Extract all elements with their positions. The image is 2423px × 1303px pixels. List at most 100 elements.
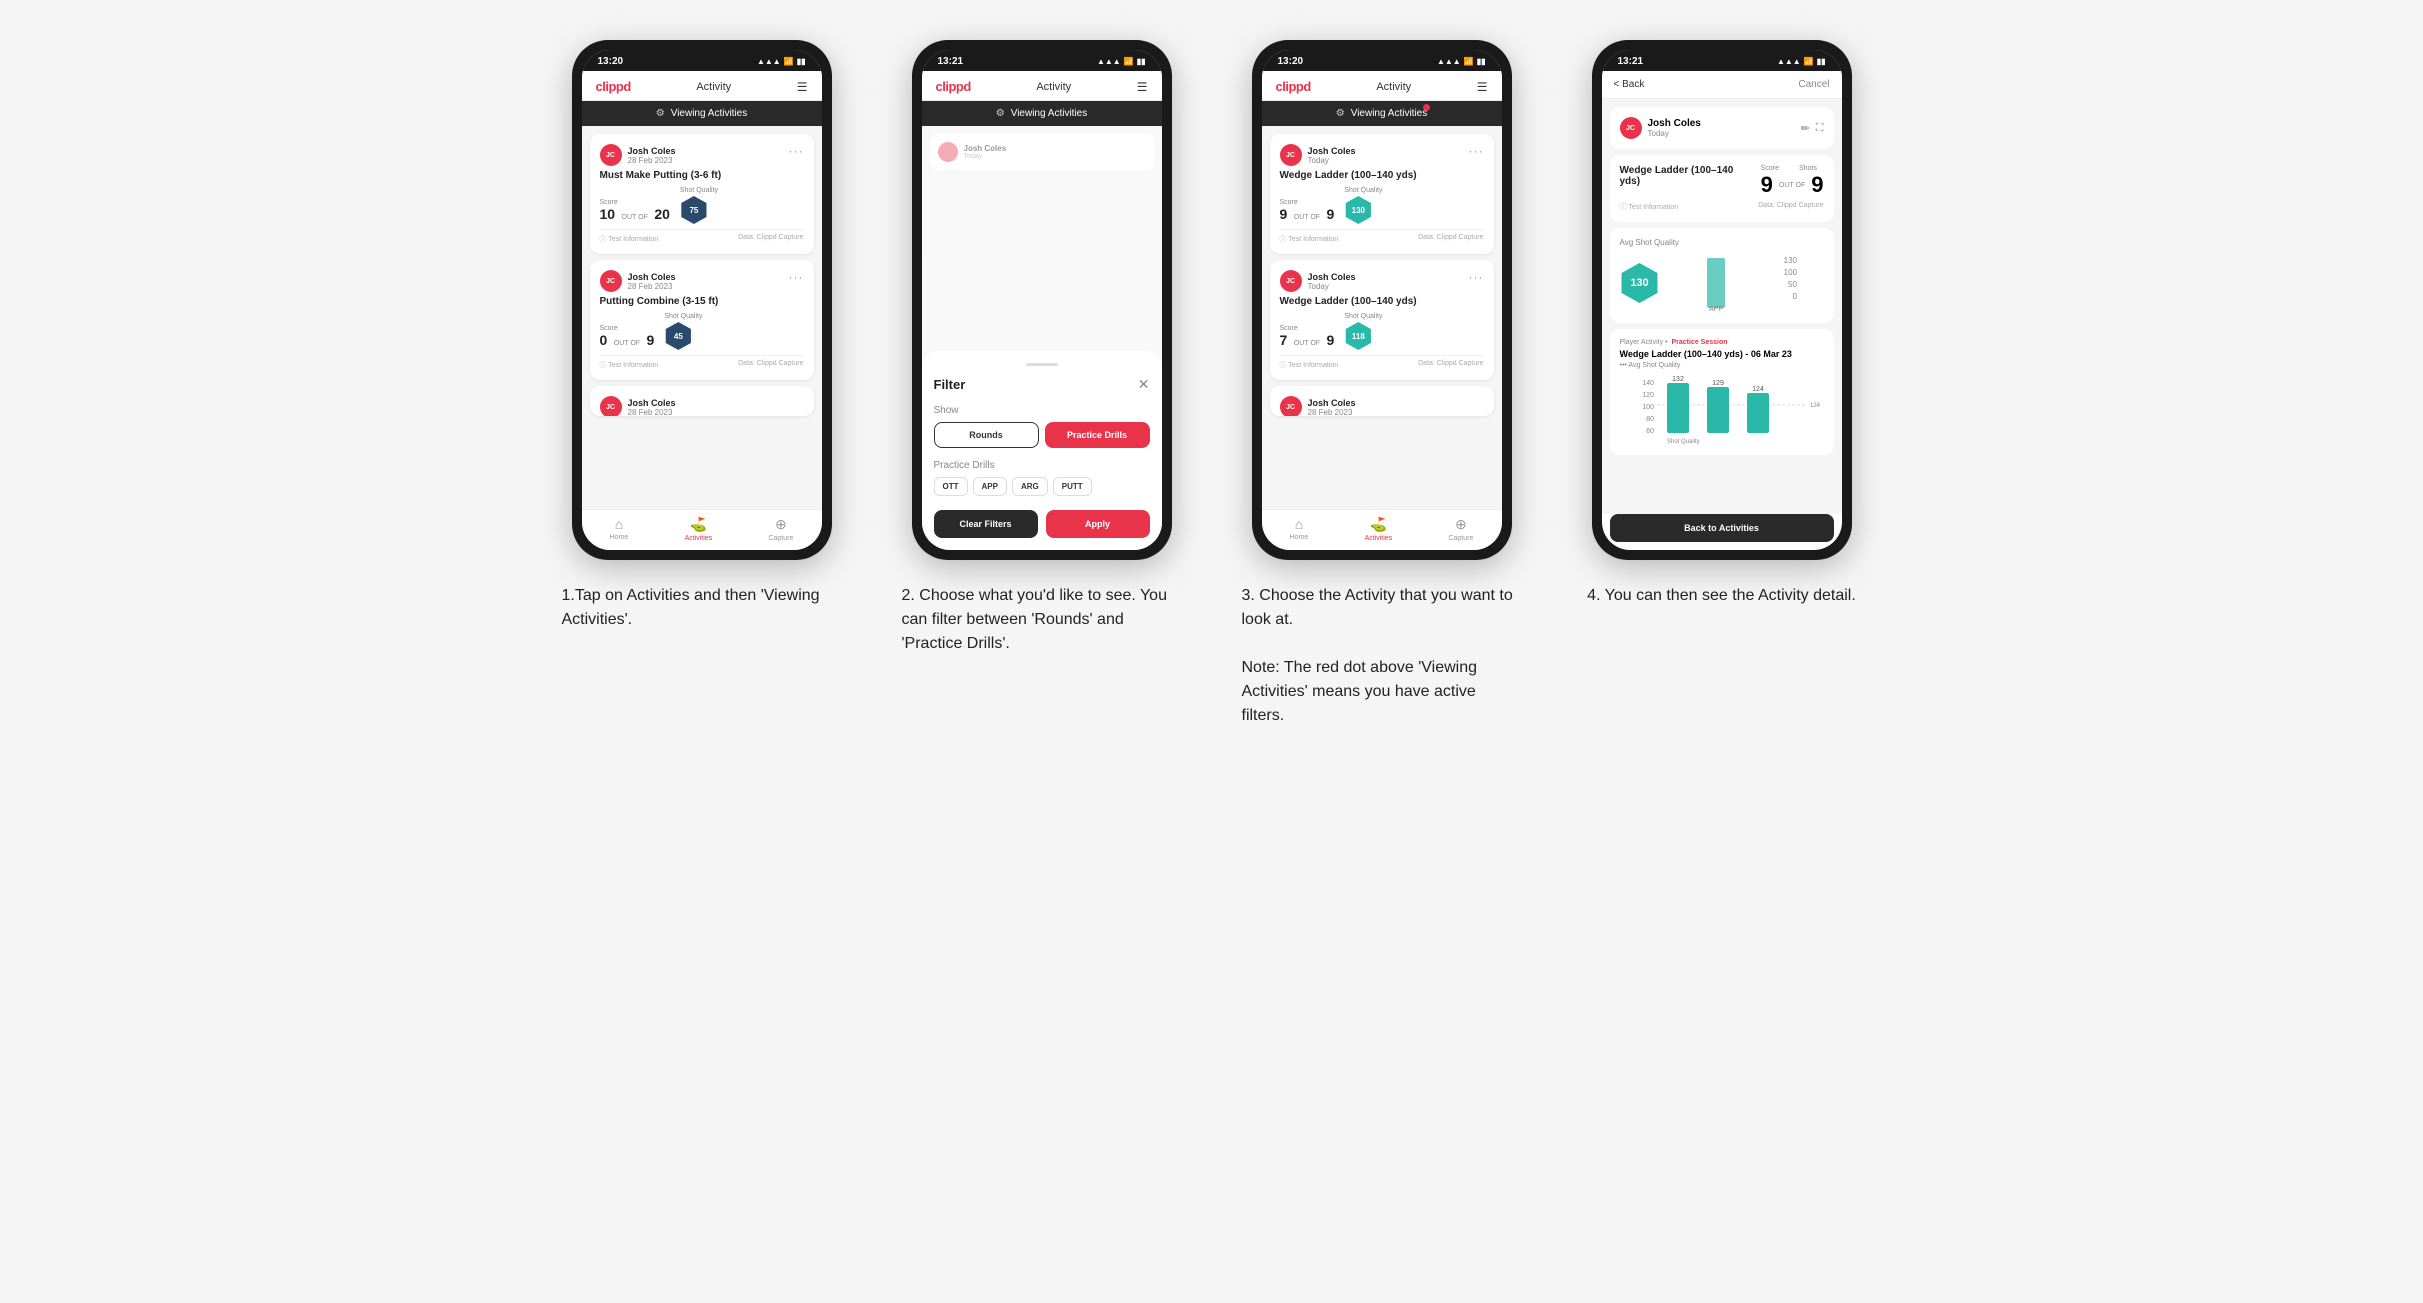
header-title-1: Activity (696, 81, 731, 93)
apply-button[interactable]: Apply (1046, 510, 1150, 538)
drill-tag-arg[interactable]: ARG (1012, 477, 1048, 496)
expand-icon[interactable]: ⛶ (1816, 122, 1824, 135)
detail-user-date: Today (1648, 129, 1701, 138)
svg-text:Shot Quality: Shot Quality (1667, 439, 1700, 445)
footer-left-3-1: ⓘ Test Information (1280, 234, 1339, 244)
viewing-bar-1[interactable]: ⚙ Viewing Activities (582, 101, 822, 126)
stats-row-1-1: Score 10 OUT OF 20 Shot Quality 75 (600, 187, 804, 224)
stat-shots-val-3-1: 9 (1327, 206, 1335, 222)
detail-shots-value: 9 (1811, 172, 1823, 198)
filter-sheet: Filter ✕ Show Rounds Practice Drills Pra… (922, 351, 1162, 550)
footer-right-3-2: Data: Clippd Capture (1418, 360, 1483, 370)
drill-tag-ott[interactable]: OTT (934, 477, 968, 496)
user-date-1-3: 28 Feb 2023 (628, 408, 676, 417)
hamburger-2[interactable]: ☰ (1137, 80, 1148, 94)
card-footer-3-1: ⓘ Test Information Data: Clippd Capture (1280, 229, 1484, 244)
status-time-1: 13:20 (598, 56, 624, 67)
user-details-1-1: Josh Coles 28 Feb 2023 (628, 146, 676, 165)
activity-card-1-3[interactable]: JC Josh Coles 28 Feb 2023 (590, 386, 814, 416)
signal-icon-3: ▲▲▲ (1437, 57, 1461, 66)
activity-card-1-1[interactable]: JC Josh Coles 28 Feb 2023 ··· Must Make … (590, 134, 814, 254)
viewing-bar-3[interactable]: ⚙ Viewing Activities (1262, 101, 1502, 126)
nav-home-1[interactable]: ⌂ Home (610, 516, 629, 542)
user-info-1-2: JC Josh Coles 28 Feb 2023 (600, 270, 676, 292)
dots-1-2[interactable]: ··· (789, 270, 804, 284)
logo-2: clippd (936, 79, 971, 94)
activity-card-1-2[interactable]: JC Josh Coles 28 Feb 2023 ··· Putting Co… (590, 260, 814, 380)
page-wrapper: 13:20 ▲▲▲ 📶 ▮▮ clippd Activity ☰ ⚙ Viewi… (512, 40, 1912, 728)
footer-left-1-2: ⓘ Test Information (600, 360, 659, 370)
wifi-icon-2: 📶 (1124, 57, 1134, 66)
nav-capture-1[interactable]: ⊕ Capture (768, 516, 793, 542)
toggle-rounds-button[interactable]: Rounds (934, 422, 1039, 448)
user-date-3-1: Today (1308, 156, 1356, 165)
quality-chart-svg: 130 100 50 0 APP (1670, 253, 1824, 313)
activity-card-3-2[interactable]: JC Josh Coles Today ··· Wedge Ladder (10… (1270, 260, 1494, 380)
phone-column-1: 13:20 ▲▲▲ 📶 ▮▮ clippd Activity ☰ ⚙ Viewi… (552, 40, 852, 728)
app-header-2: clippd Activity ☰ (922, 71, 1162, 101)
wifi-icon-4: 📶 (1804, 57, 1814, 66)
phone-inner-2: 13:21 ▲▲▲ 📶 ▮▮ clippd Activity ☰ ⚙ Viewi… (922, 50, 1162, 550)
app-header-1: clippd Activity ☰ (582, 71, 822, 101)
user-date-3-3: 28 Feb 2023 (1308, 408, 1356, 417)
status-icons-4: ▲▲▲ 📶 ▮▮ (1777, 57, 1826, 66)
user-name-3-1: Josh Coles (1308, 146, 1356, 156)
stat-quality-label-1-2: Shot Quality (664, 313, 702, 320)
toggle-drills-button[interactable]: Practice Drills (1045, 422, 1150, 448)
viewing-bar-2[interactable]: ⚙ Viewing Activities (922, 101, 1162, 126)
shot-quality-hex-1-2: 45 (664, 322, 692, 350)
nav-activities-1[interactable]: ⛳ Activities (685, 516, 713, 542)
dots-3-2[interactable]: ··· (1469, 270, 1484, 284)
stat-score-val-3-1: 9 (1280, 206, 1288, 222)
footer-right-3-1: Data: Clippd Capture (1418, 234, 1483, 244)
filter-show-label: Show (934, 405, 1150, 416)
avatar-3-1: JC (1280, 144, 1302, 166)
clear-filters-button[interactable]: Clear Filters (934, 510, 1038, 538)
card-footer-3-2: ⓘ Test Information Data: Clippd Capture (1280, 355, 1484, 370)
stat-quality-label-3-1: Shot Quality (1344, 187, 1382, 194)
avatar-3-3: JC (1280, 396, 1302, 416)
edit-icon[interactable]: ✏ (1801, 122, 1810, 135)
phone-column-3: 13:20 ▲▲▲ 📶 ▮▮ clippd Activity ☰ ⚙ Viewi… (1232, 40, 1532, 728)
avg-quality-section: Avg Shot Quality 130 130 100 50 0 (1610, 228, 1834, 323)
status-icons-1: ▲▲▲ 📶 ▮▮ (757, 57, 806, 66)
session-type[interactable]: Practice Session (1671, 339, 1727, 346)
activity-title-3-1: Wedge Ladder (100–140 yds) (1280, 170, 1484, 181)
battery-icon-3: ▮▮ (1477, 57, 1486, 66)
nav-home-3[interactable]: ⌂ Home (1290, 516, 1309, 542)
activity-title-3-2: Wedge Ladder (100–140 yds) (1280, 296, 1484, 307)
cancel-button[interactable]: Cancel (1798, 79, 1829, 90)
drill-tags-container: OTT APP ARG PUTT (934, 477, 1150, 496)
activity-card-3-1[interactable]: JC Josh Coles Today ··· Wedge Ladder (10… (1270, 134, 1494, 254)
svg-text:100: 100 (1642, 404, 1654, 411)
user-name-1-3: Josh Coles (628, 398, 676, 408)
drill-tag-app[interactable]: APP (973, 477, 1007, 496)
dots-1-1[interactable]: ··· (789, 144, 804, 158)
user-name-3-2: Josh Coles (1308, 272, 1356, 282)
hamburger-1[interactable]: ☰ (797, 80, 808, 94)
nav-home-label-1: Home (610, 534, 629, 541)
nav-capture-3[interactable]: ⊕ Capture (1448, 516, 1473, 542)
svg-text:APP: APP (1708, 306, 1722, 313)
card-header-3-2: JC Josh Coles Today ··· (1280, 270, 1484, 292)
stat-score-val-1-1: 10 (600, 206, 616, 222)
detail-user-card: JC Josh Coles Today ✏ ⛶ (1610, 107, 1834, 149)
detail-user-name: Josh Coles (1648, 118, 1701, 129)
status-time-4: 13:21 (1618, 56, 1644, 67)
back-button[interactable]: < Back (1614, 79, 1645, 90)
nav-activities-3[interactable]: ⛳ Activities (1365, 516, 1393, 542)
detail-shots-label: Shots (1799, 165, 1817, 172)
activity-card-3-3[interactable]: JC Josh Coles 28 Feb 2023 (1270, 386, 1494, 416)
svg-text:100: 100 (1783, 268, 1797, 277)
hamburger-3[interactable]: ☰ (1477, 80, 1488, 94)
drill-tag-putt[interactable]: PUTT (1053, 477, 1092, 496)
card-header-3-1: JC Josh Coles Today ··· (1280, 144, 1484, 166)
stats-row-3-2: Score 7 OUT OF 9 Shot Quality 118 (1280, 313, 1484, 350)
stat-score-label-3-2: Score (1280, 325, 1335, 332)
filter-close-button[interactable]: ✕ (1138, 376, 1150, 393)
stat-outof-3-1: OUT OF (1294, 214, 1320, 221)
back-to-activities-button[interactable]: Back to Activities (1610, 514, 1834, 542)
status-icons-2: ▲▲▲ 📶 ▮▮ (1097, 57, 1146, 66)
user-details-3-1: Josh Coles Today (1308, 146, 1356, 165)
dots-3-1[interactable]: ··· (1469, 144, 1484, 158)
